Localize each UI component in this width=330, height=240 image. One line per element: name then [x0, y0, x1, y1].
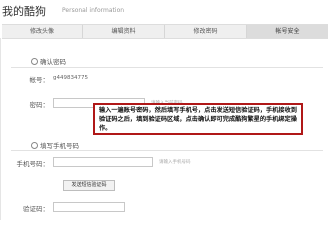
- tab-account-security[interactable]: 帐号安全: [247, 25, 328, 38]
- account-value: g449834775: [53, 75, 88, 81]
- tab-edit-profile[interactable]: 编辑资料: [83, 25, 165, 38]
- verification-code-label: 验证码：: [23, 205, 49, 213]
- phone-section-title: 填写手机号码: [31, 140, 79, 150]
- section-divider: [11, 150, 323, 151]
- phone-label: 手机号码：: [16, 160, 50, 168]
- confirm-password-heading: 确认密码: [40, 58, 66, 66]
- section-divider: [11, 67, 323, 68]
- instruction-callout: 输入一遍账号密码，然后填写手机号，点击发送短信验证码，手机接收到验证码之后，填到…: [93, 103, 303, 135]
- page-title: 我的酷狗: [2, 5, 46, 18]
- step-one-icon: [31, 58, 38, 65]
- tab-bar: 修改头像 编辑资料 修改密码 帐号安全: [2, 24, 328, 39]
- phone-section-heading: 填写手机号码: [40, 142, 79, 150]
- tab-change-avatar[interactable]: 修改头像: [2, 25, 83, 38]
- verification-code-field[interactable]: [53, 202, 125, 212]
- step-two-icon: [31, 142, 38, 149]
- send-sms-code-button[interactable]: 发送短信验证码: [63, 180, 115, 191]
- phone-hint: 请输入手机号码: [159, 160, 191, 165]
- page-header: 我的酷狗 Personal information: [0, 0, 330, 24]
- password-label: 密码：: [29, 101, 50, 109]
- confirm-password-section-title: 确认密码: [31, 56, 66, 66]
- tab-change-password[interactable]: 修改密码: [165, 25, 247, 38]
- page-subtitle: Personal information: [62, 7, 125, 14]
- account-label: 帐号：: [29, 76, 50, 84]
- phone-field[interactable]: [53, 157, 153, 167]
